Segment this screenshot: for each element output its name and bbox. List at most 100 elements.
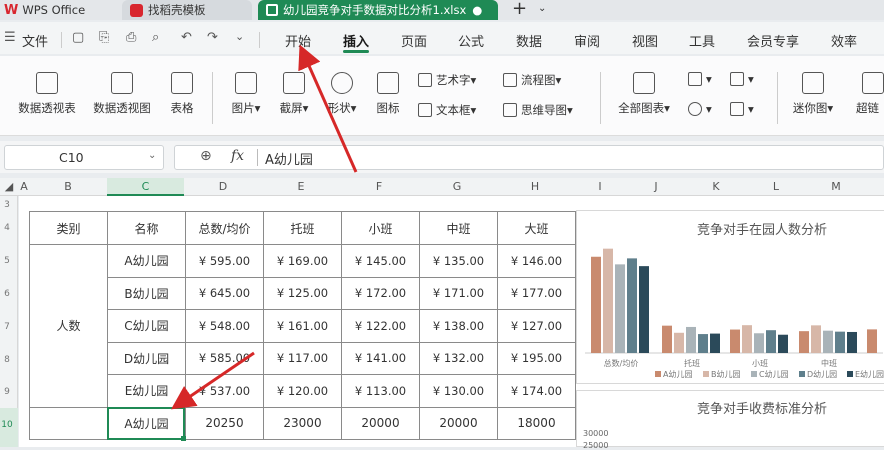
row-header-5[interactable]: 5: [0, 256, 14, 266]
column-header-j[interactable]: J: [626, 180, 686, 193]
value-cell[interactable]: ¥ 132.00: [419, 341, 498, 375]
column-header-b[interactable]: B: [29, 180, 107, 193]
header-total[interactable]: 总数/均价: [185, 211, 264, 245]
column-header-d[interactable]: D: [184, 180, 262, 193]
column-header-k[interactable]: K: [686, 180, 746, 193]
header-large[interactable]: 大班: [497, 211, 576, 245]
wordart-button[interactable]: 艺术字 ▾: [418, 72, 476, 88]
bar[interactable]: [754, 333, 764, 353]
column-header-i[interactable]: I: [574, 180, 626, 193]
column-header-l[interactable]: L: [746, 180, 806, 193]
menu-insert[interactable]: 插入: [343, 31, 369, 50]
header-middle[interactable]: 中班: [419, 211, 498, 245]
column-header-a[interactable]: A: [19, 180, 29, 193]
header-nursery[interactable]: 托班: [263, 211, 342, 245]
menu-efficiency[interactable]: 效率: [831, 31, 857, 50]
menu-home[interactable]: 开始: [285, 31, 311, 50]
zoom-icon[interactable]: ⊕: [200, 148, 212, 164]
chevron-down-icon[interactable]: ⌄: [148, 150, 156, 161]
bar[interactable]: [674, 332, 684, 353]
name-box[interactable]: C10: [4, 145, 164, 170]
bar[interactable]: [742, 325, 752, 353]
header-small[interactable]: 小班: [341, 211, 420, 245]
menu-view[interactable]: 视图: [632, 31, 658, 50]
value-cell[interactable]: ¥ 171.00: [419, 276, 498, 310]
fill-handle[interactable]: [181, 436, 186, 441]
value-cell[interactable]: ¥ 125.00: [263, 276, 342, 310]
header-category[interactable]: 类别: [29, 211, 108, 245]
hamburger-icon[interactable]: ☰: [4, 30, 16, 45]
value-cell[interactable]: ¥ 135.00: [419, 244, 498, 278]
column-header-f[interactable]: F: [340, 180, 418, 193]
column-header-e[interactable]: E: [262, 180, 340, 193]
group-cell[interactable]: 人数: [29, 244, 108, 408]
bar[interactable]: [591, 256, 601, 353]
column-chart-button[interactable]: ▾: [688, 72, 712, 86]
icons-button[interactable]: 图标: [372, 72, 404, 116]
value-cell[interactable]: ¥ 113.00: [341, 374, 420, 408]
header-name[interactable]: 名称: [107, 211, 186, 245]
menu-data[interactable]: 数据: [516, 31, 542, 50]
formula-content[interactable]: A幼儿园: [265, 149, 313, 168]
menu-review[interactable]: 审阅: [574, 31, 600, 50]
name-cell[interactable]: D幼儿园: [107, 341, 186, 375]
scatter-chart-button[interactable]: ▾: [730, 102, 754, 116]
textbox-button[interactable]: 文本框 ▾: [418, 102, 476, 118]
name-cell[interactable]: B幼儿园: [107, 276, 186, 310]
shapes-button[interactable]: 形状▾: [322, 72, 362, 116]
pivot-table-button[interactable]: 数据透视表: [14, 72, 80, 116]
value-cell[interactable]: 18000: [497, 406, 576, 440]
value-cell[interactable]: ¥ 161.00: [263, 309, 342, 343]
bar[interactable]: [730, 329, 740, 353]
value-cell[interactable]: ¥ 141.00: [341, 341, 420, 375]
value-cell[interactable]: ¥ 537.00: [185, 374, 264, 408]
bar[interactable]: [686, 326, 696, 353]
chevron-down-icon[interactable]: ⌄: [538, 3, 546, 14]
value-cell[interactable]: ¥ 117.00: [263, 341, 342, 375]
value-cell[interactable]: ¥ 177.00: [497, 276, 576, 310]
row-header-4[interactable]: 4: [0, 223, 14, 233]
column-header-m[interactable]: M: [806, 180, 866, 193]
menu-formula[interactable]: 公式: [458, 31, 484, 50]
menu-member[interactable]: 会员专享: [747, 31, 799, 50]
pie-chart-button[interactable]: ▾: [688, 102, 712, 116]
value-cell[interactable]: 20250: [185, 406, 264, 440]
name-cell[interactable]: C幼儿园: [107, 309, 186, 343]
tab-wps-office[interactable]: W WPS Office: [0, 0, 118, 20]
value-cell[interactable]: ¥ 138.00: [419, 309, 498, 343]
flowchart-button[interactable]: 流程图 ▾: [503, 72, 561, 88]
value-cell[interactable]: 23000: [263, 406, 342, 440]
bar[interactable]: [603, 248, 613, 353]
bar[interactable]: [766, 330, 776, 353]
bar[interactable]: [698, 334, 708, 353]
value-cell[interactable]: ¥ 127.00: [497, 309, 576, 343]
chevron-down-icon[interactable]: ⌄: [235, 30, 244, 43]
hyperlink-button[interactable]: 超链: [856, 72, 884, 116]
table-button[interactable]: 表格: [165, 72, 199, 116]
value-cell[interactable]: ¥ 195.00: [497, 341, 576, 375]
row-header-6[interactable]: 6: [0, 289, 14, 299]
value-cell[interactable]: ¥ 122.00: [341, 309, 420, 343]
value-cell[interactable]: 20000: [419, 406, 498, 440]
value-cell[interactable]: ¥ 172.00: [341, 276, 420, 310]
chart-fees[interactable]: 竞争对手收费标准分析 30000 25000: [576, 390, 884, 450]
menu-page[interactable]: 页面: [401, 31, 427, 50]
export-pdf-icon[interactable]: ⎘: [99, 30, 109, 45]
column-header-h[interactable]: H: [496, 180, 574, 193]
bar[interactable]: [835, 331, 845, 353]
tab-templates[interactable]: 找稻壳模板: [122, 0, 252, 20]
column-header-c[interactable]: C: [107, 180, 184, 193]
sparkline-button[interactable]: 迷你图▾: [788, 72, 838, 116]
bar[interactable]: [662, 325, 672, 353]
new-tab-plus-icon[interactable]: +: [512, 0, 527, 18]
bar[interactable]: [710, 333, 720, 353]
value-cell[interactable]: ¥ 120.00: [263, 374, 342, 408]
bar[interactable]: [639, 266, 649, 353]
bar[interactable]: [799, 331, 809, 353]
row-header-7[interactable]: 7: [0, 322, 14, 332]
bar[interactable]: [627, 258, 637, 353]
undo-icon[interactable]: ↶: [181, 30, 192, 45]
redo-icon[interactable]: ↷: [207, 30, 218, 45]
value-cell[interactable]: ¥ 548.00: [185, 309, 264, 343]
row-header-10[interactable]: 10: [0, 420, 14, 430]
